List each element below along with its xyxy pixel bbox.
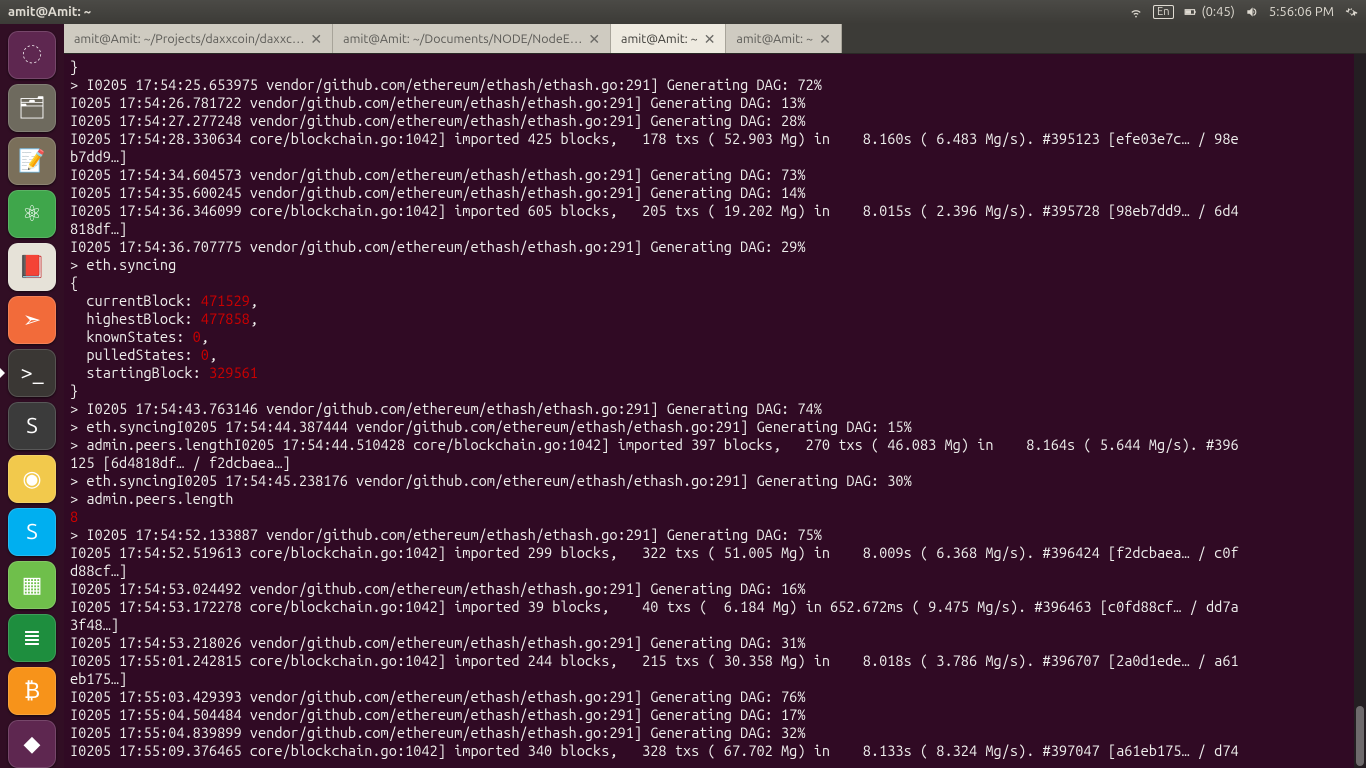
terminal-line: 8 (70, 508, 1360, 526)
atom-icon: ⚛ (8, 190, 56, 238)
dash-icon: ◌ (8, 31, 56, 79)
launcher-spreadsheet[interactable]: ▦ (6, 560, 58, 609)
system-indicators: En (0:45) 5:56:06 PM (1129, 5, 1358, 19)
gear-icon[interactable] (1344, 5, 1358, 19)
terminal-line: 3f48…] (70, 616, 1360, 634)
terminal-tab-1[interactable]: amit@Amit: ~/Documents/NODE/NodeE… ✕ (333, 24, 611, 53)
launcher-files[interactable]: 🗂 (6, 83, 58, 132)
terminal-line: d88cf…] (70, 562, 1360, 580)
terminal-line: > admin.peers.lengthI0205 17:54:44.51042… (70, 436, 1360, 454)
terminal-icon: >_ (8, 349, 56, 397)
terminal-line: > I0205 17:54:25.653975 vendor/github.co… (70, 76, 1360, 94)
unity-launcher: ◌ 🗂 📝 ⚛ 📕 ➣ >_ S ◉ S ▦ ≣ ₿ ◆ (0, 24, 64, 768)
tab-label: amit@Amit: ~/Documents/NODE/NodeE… (343, 32, 582, 46)
terminal-line: I0205 17:54:53.172278 core/blockchain.go… (70, 598, 1360, 616)
terminal-line: eb175…] (70, 670, 1360, 688)
terminal-line: pulledStates: 0, (70, 346, 1360, 364)
terminal-line: startingBlock: 329561 (70, 364, 1360, 382)
launcher-text-editor[interactable]: 📝 (6, 136, 58, 185)
terminal-line: I0205 17:54:26.781722 vendor/github.com/… (70, 94, 1360, 112)
terminal-tab-3[interactable]: amit@Amit: ~ ✕ (726, 24, 841, 53)
spreadsheet-icon: ▦ (8, 561, 56, 609)
terminal-line: I0205 17:54:53.024492 vendor/github.com/… (70, 580, 1360, 598)
terminal-scrollbar[interactable] (1354, 54, 1366, 768)
launcher-dash[interactable]: ◌ (6, 30, 58, 79)
terminal-tab-2[interactable]: amit@Amit: ~ ✕ (611, 24, 726, 53)
terminal-line: I0205 17:55:04.504484 vendor/github.com/… (70, 706, 1360, 724)
close-icon[interactable]: ✕ (704, 32, 716, 46)
text-editor-icon: 📝 (8, 137, 56, 185)
wifi-icon[interactable] (1129, 5, 1143, 19)
window-title: amit@Amit: ~ (8, 5, 91, 19)
system-top-bar: amit@Amit: ~ En (0:45) 5:56:06 PM (0, 0, 1366, 24)
clock[interactable]: 5:56:06 PM (1269, 5, 1334, 19)
launcher-terminal[interactable]: >_ (6, 348, 58, 397)
wallet-icon: ◆ (8, 720, 56, 768)
terminal-line: 818df…] (70, 220, 1360, 238)
terminal-line: I0205 17:54:36.346099 core/blockchain.go… (70, 202, 1360, 220)
battery-text: (0:45) (1202, 5, 1235, 19)
pdf-viewer-icon: 📕 (8, 243, 56, 291)
language-indicator[interactable]: En (1153, 5, 1173, 19)
terminal-line: I0205 17:54:35.600245 vendor/github.com/… (70, 184, 1360, 202)
terminal-line: b7dd9…] (70, 148, 1360, 166)
libre-icon: ≣ (8, 614, 56, 662)
terminal-line: > admin.peers.length (70, 490, 1360, 508)
close-icon[interactable]: ✕ (819, 32, 831, 46)
launcher-pdf-viewer[interactable]: 📕 (6, 242, 58, 291)
terminal-line: I0205 17:54:27.277248 vendor/github.com/… (70, 112, 1360, 130)
close-icon[interactable]: ✕ (588, 32, 600, 46)
terminal-line: } (70, 58, 1360, 76)
tab-label: amit@Amit: ~/Projects/daxxcoin/daxxc… (74, 32, 304, 46)
terminal-line: > I0205 17:54:43.763146 vendor/github.co… (70, 400, 1360, 418)
postman-icon: ➣ (8, 296, 56, 344)
launcher-sublime[interactable]: S (6, 401, 58, 450)
terminal-tabs: amit@Amit: ~/Projects/daxxcoin/daxxc…✕am… (64, 24, 1366, 54)
skype-icon: S (8, 508, 56, 556)
chrome-icon: ◉ (8, 455, 56, 503)
terminal-line: I0205 17:54:52.519613 core/blockchain.go… (70, 544, 1360, 562)
terminal-line: 125 [6d4818df… / f2dcbaea…] (70, 454, 1360, 472)
terminal-tab-0[interactable]: amit@Amit: ~/Projects/daxxcoin/daxxc… ✕ (64, 24, 333, 53)
terminal-window: amit@Amit: ~/Projects/daxxcoin/daxxc…✕am… (64, 24, 1366, 768)
terminal-line: highestBlock: 477858, (70, 310, 1360, 328)
launcher-skype[interactable]: S (6, 507, 58, 556)
tab-label: amit@Amit: ~ (621, 32, 698, 46)
launcher-chrome[interactable]: ◉ (6, 454, 58, 503)
terminal-line: { (70, 274, 1360, 292)
terminal-line: I0205 17:55:09.376465 core/blockchain.go… (70, 742, 1360, 760)
launcher-bitcoin[interactable]: ₿ (6, 666, 58, 715)
terminal-line: I0205 17:54:34.604573 vendor/github.com/… (70, 166, 1360, 184)
terminal-line: > eth.syncingI0205 17:54:44.387444 vendo… (70, 418, 1360, 436)
terminal-line: I0205 17:54:36.707775 vendor/github.com/… (70, 238, 1360, 256)
bitcoin-icon: ₿ (8, 667, 56, 715)
files-icon: 🗂 (8, 84, 56, 132)
terminal-line: } (70, 382, 1360, 400)
terminal-output[interactable]: }> I0205 17:54:25.653975 vendor/github.c… (64, 54, 1366, 768)
launcher-libre[interactable]: ≣ (6, 613, 58, 662)
terminal-line: knownStates: 0, (70, 328, 1360, 346)
tab-label: amit@Amit: ~ (736, 32, 813, 46)
terminal-line: > eth.syncing (70, 256, 1360, 274)
terminal-line: currentBlock: 471529, (70, 292, 1360, 310)
launcher-postman[interactable]: ➣ (6, 295, 58, 344)
terminal-line: I0205 17:55:03.429393 vendor/github.com/… (70, 688, 1360, 706)
close-icon[interactable]: ✕ (310, 32, 322, 46)
terminal-line: I0205 17:54:28.330634 core/blockchain.go… (70, 130, 1360, 148)
terminal-line: > I0205 17:54:52.133887 vendor/github.co… (70, 526, 1360, 544)
terminal-line: > eth.syncingI0205 17:54:45.238176 vendo… (70, 472, 1360, 490)
terminal-line: I0205 17:55:01.242815 core/blockchain.go… (70, 652, 1360, 670)
scrollbar-thumb[interactable] (1356, 706, 1364, 766)
battery-indicator[interactable]: (0:45) (1184, 5, 1235, 19)
launcher-wallet[interactable]: ◆ (6, 719, 58, 768)
sound-icon[interactable] (1245, 5, 1259, 19)
sublime-icon: S (8, 402, 56, 450)
launcher-atom[interactable]: ⚛ (6, 189, 58, 238)
terminal-line: I0205 17:54:53.218026 vendor/github.com/… (70, 634, 1360, 652)
terminal-line: I0205 17:55:04.839899 vendor/github.com/… (70, 724, 1360, 742)
